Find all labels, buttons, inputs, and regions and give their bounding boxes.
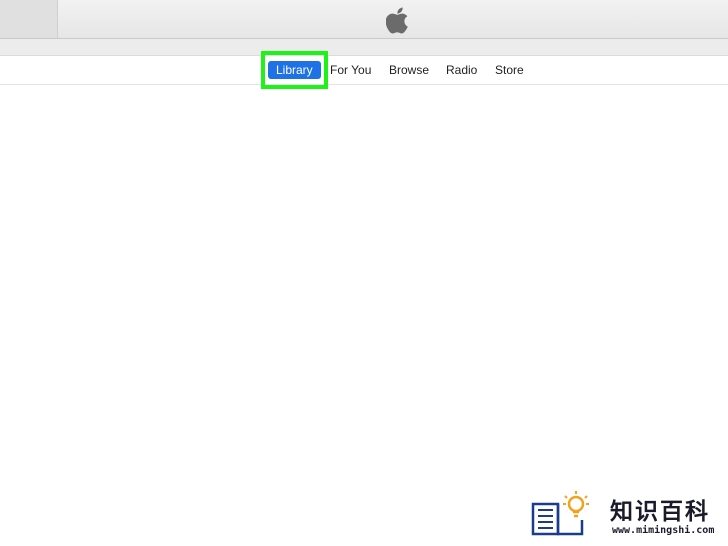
book-lightbulb-icon: [531, 491, 589, 536]
tab-browse[interactable]: Browse: [389, 62, 429, 78]
watermark-title: 知识百科: [610, 499, 710, 525]
tab-radio[interactable]: Radio: [446, 62, 477, 78]
tab-for-you[interactable]: For You: [330, 62, 371, 78]
watermark: 知识百科 www.mimingshi.com: [528, 488, 724, 540]
toolbar-strip: [0, 39, 728, 56]
highlight-box: [261, 51, 328, 89]
tab-store[interactable]: Store: [495, 62, 524, 78]
watermark-url: www.mimingshi.com: [612, 525, 715, 536]
playback-controls-area[interactable]: [0, 0, 58, 38]
apple-icon: [386, 7, 408, 34]
title-bar: [0, 0, 728, 39]
nav-bar: Library For You Browse Radio Store: [0, 56, 728, 85]
